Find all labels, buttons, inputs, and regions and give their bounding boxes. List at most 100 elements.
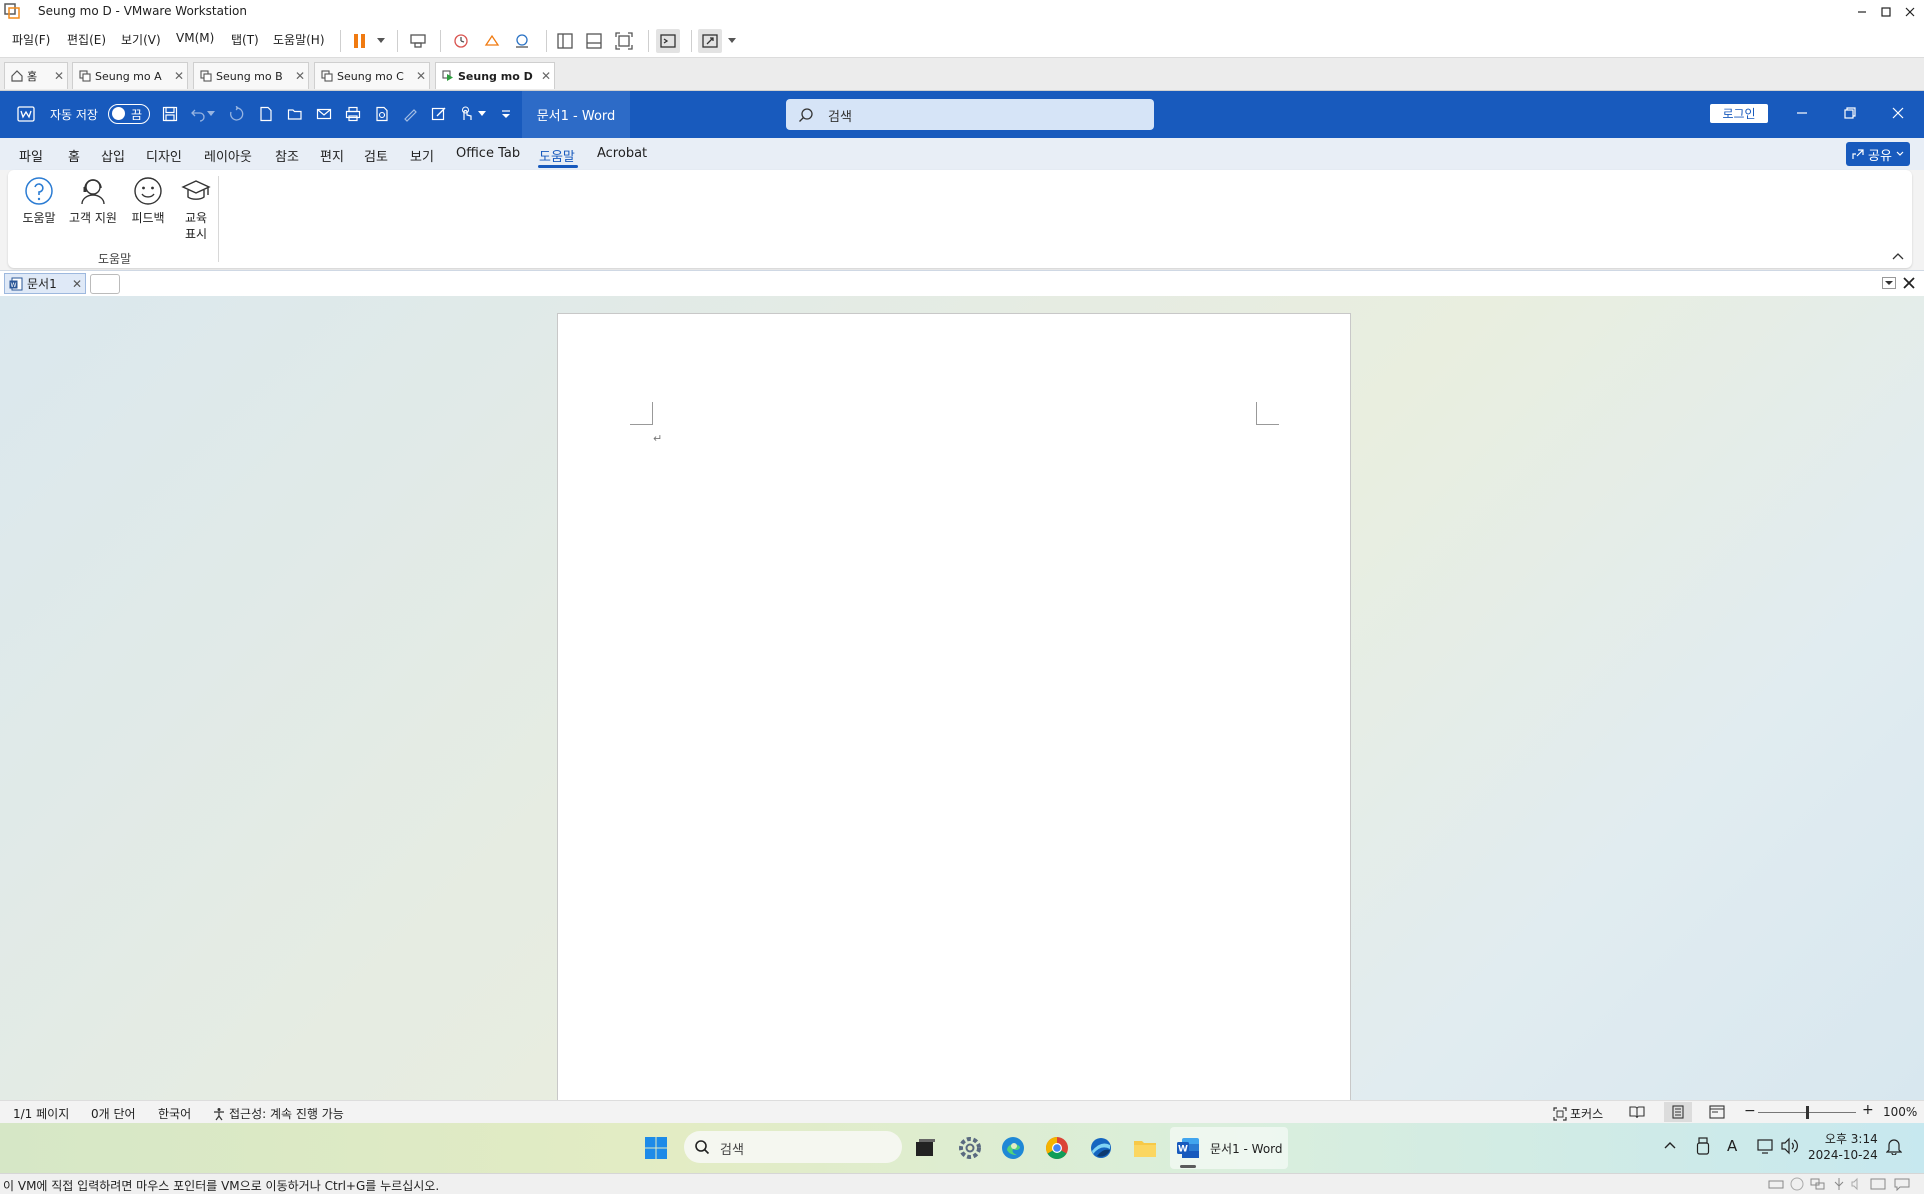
usb-device-icon[interactable] xyxy=(1832,1177,1846,1191)
ribbon-tab-layout[interactable]: 레이아웃 xyxy=(204,146,252,165)
ribbon-tab-file[interactable]: 파일 xyxy=(19,146,43,165)
vm-tab-home[interactable]: 홈 ✕ xyxy=(4,62,68,89)
edge-browser-icon[interactable] xyxy=(998,1133,1028,1163)
ribbon-tab-insert[interactable]: 삽입 xyxy=(101,146,125,165)
hard-disk-icon[interactable] xyxy=(1768,1177,1784,1191)
collapse-ribbon-icon[interactable] xyxy=(1892,252,1904,260)
task-view-icon[interactable] xyxy=(910,1133,940,1163)
close-icon[interactable]: ✕ xyxy=(538,69,554,83)
close-icon[interactable]: ✕ xyxy=(69,277,85,291)
network-adapter-icon[interactable] xyxy=(1810,1177,1826,1191)
ribbon-tab-review[interactable]: 검토 xyxy=(364,146,388,165)
ribbon-tab-office-tab[interactable]: Office Tab xyxy=(456,146,520,161)
close-icon[interactable]: ✕ xyxy=(292,69,308,83)
vm-menu-view[interactable]: 보기(V) xyxy=(121,31,161,48)
volume-icon[interactable] xyxy=(1780,1137,1798,1155)
customize-qat-icon[interactable] xyxy=(496,104,516,124)
word-close-button[interactable] xyxy=(1884,101,1912,125)
ribbon-tab-mailings[interactable]: 편지 xyxy=(320,146,344,165)
close-document-tab-icon[interactable] xyxy=(1902,276,1916,290)
fullscreen-icon[interactable] xyxy=(612,29,636,53)
redo-icon[interactable] xyxy=(226,104,246,124)
vm-tab-seung-mo-a[interactable]: Seung mo A ✕ xyxy=(72,62,188,89)
contact-support-button[interactable]: 고객 지원 xyxy=(66,176,120,226)
read-mode-icon[interactable] xyxy=(1629,1105,1645,1119)
show-training-button[interactable]: 교육 표시 xyxy=(174,176,218,242)
undo-icon[interactable] xyxy=(188,104,208,124)
ribbon-tab-design[interactable]: 디자인 xyxy=(146,146,182,165)
ribbon-tab-acrobat[interactable]: Acrobat xyxy=(597,146,647,161)
photos-app-icon[interactable] xyxy=(1086,1133,1116,1163)
new-tab-button[interactable] xyxy=(90,274,120,294)
vm-tab-seung-mo-d[interactable]: Seung mo D ✕ xyxy=(435,62,555,89)
chrome-browser-icon[interactable] xyxy=(1042,1133,1072,1163)
new-document-icon[interactable] xyxy=(256,104,276,124)
cd-rom-icon[interactable] xyxy=(1790,1177,1804,1191)
ribbon-tab-references[interactable]: 참조 xyxy=(275,146,299,165)
zoom-level[interactable]: 100% xyxy=(1883,1105,1917,1119)
document-page[interactable]: ↵ xyxy=(557,313,1351,1105)
taskbar-search-box[interactable]: 검색 xyxy=(684,1131,902,1163)
snapshot-icon[interactable] xyxy=(449,29,473,53)
vm-menu-vm[interactable]: VM(M) xyxy=(176,31,214,45)
print-layout-icon[interactable] xyxy=(1664,1102,1692,1122)
zoom-in-button[interactable]: + xyxy=(1862,1102,1874,1118)
login-button[interactable]: 로그인 xyxy=(1710,104,1768,123)
message-icon[interactable] xyxy=(1894,1177,1910,1191)
touch-mode-icon[interactable] xyxy=(456,104,476,124)
page-count[interactable]: 1/1 페이지 xyxy=(13,1105,69,1122)
vm-menu-file[interactable]: 파일(F) xyxy=(12,31,50,48)
undo-dropdown-icon[interactable] xyxy=(206,104,216,124)
print-icon[interactable] xyxy=(343,104,363,124)
web-layout-icon[interactable] xyxy=(1709,1105,1725,1119)
taskbar-word-app[interactable]: W 문서1 - Word xyxy=(1170,1127,1288,1169)
vm-tab-seung-mo-b[interactable]: Seung mo B ✕ xyxy=(193,62,309,89)
revert-snapshot-icon[interactable] xyxy=(480,29,504,53)
language-indicator[interactable]: 한국어 xyxy=(158,1105,191,1122)
zoom-slider-thumb[interactable] xyxy=(1806,1106,1809,1119)
email-icon[interactable] xyxy=(314,104,334,124)
help-button[interactable]: 도움말 xyxy=(22,176,56,226)
vm-menu-tab[interactable]: 탭(T) xyxy=(231,31,259,48)
vm-menu-edit[interactable]: 편집(E) xyxy=(67,31,106,48)
snapshot-manager-icon[interactable] xyxy=(510,29,534,53)
tab-list-dropdown-icon[interactable] xyxy=(1882,277,1896,289)
save-icon[interactable] xyxy=(160,104,180,124)
ribbon-tab-help[interactable]: 도움말 xyxy=(539,146,575,165)
word-minimize-button[interactable] xyxy=(1788,101,1816,125)
send-ctrl-alt-del-icon[interactable] xyxy=(406,29,430,53)
word-count[interactable]: 0개 단어 xyxy=(91,1105,136,1122)
library-view-icon[interactable] xyxy=(553,29,577,53)
word-restore-button[interactable] xyxy=(1836,101,1864,125)
chevron-up-icon[interactable] xyxy=(1664,1141,1676,1149)
touch-mode-dropdown-icon[interactable] xyxy=(476,104,488,124)
open-folder-icon[interactable] xyxy=(285,104,305,124)
input-method-icon[interactable]: A xyxy=(1727,1137,1737,1155)
notification-bell-icon[interactable] xyxy=(1886,1137,1902,1155)
usb-icon[interactable] xyxy=(1696,1137,1710,1155)
track-changes-icon[interactable] xyxy=(429,104,449,124)
close-icon[interactable]: ✕ xyxy=(413,69,429,83)
message-log-icon[interactable] xyxy=(1870,1177,1886,1191)
ribbon-tab-view[interactable]: 보기 xyxy=(410,146,434,165)
thumbnail-view-icon[interactable] xyxy=(582,29,606,53)
pause-dropdown-icon[interactable] xyxy=(369,29,393,53)
file-explorer-icon[interactable] xyxy=(1130,1133,1160,1163)
draw-icon[interactable] xyxy=(400,104,420,124)
stretch-guest-icon[interactable] xyxy=(698,29,722,53)
print-preview-icon[interactable] xyxy=(372,104,392,124)
accessibility-checker[interactable]: 접근성: 계속 진행 가능 xyxy=(212,1105,344,1122)
vm-close-button[interactable] xyxy=(1896,0,1924,24)
ribbon-tab-home[interactable]: 홈 xyxy=(68,146,80,165)
stretch-dropdown-icon[interactable] xyxy=(720,29,744,53)
network-icon[interactable] xyxy=(1757,1137,1775,1155)
close-icon[interactable]: ✕ xyxy=(171,69,187,83)
vm-menu-help[interactable]: 도움말(H) xyxy=(273,31,325,48)
share-button[interactable]: 공유 xyxy=(1846,142,1910,166)
focus-mode-button[interactable]: 포커스 xyxy=(1553,1105,1603,1122)
vm-tab-seung-mo-c[interactable]: Seung mo C ✕ xyxy=(314,62,430,89)
close-icon[interactable]: ✕ xyxy=(51,69,67,83)
feedback-button[interactable]: 피드백 xyxy=(126,176,170,226)
sound-card-icon[interactable] xyxy=(1850,1177,1864,1191)
zoom-out-button[interactable]: − xyxy=(1744,1103,1756,1119)
